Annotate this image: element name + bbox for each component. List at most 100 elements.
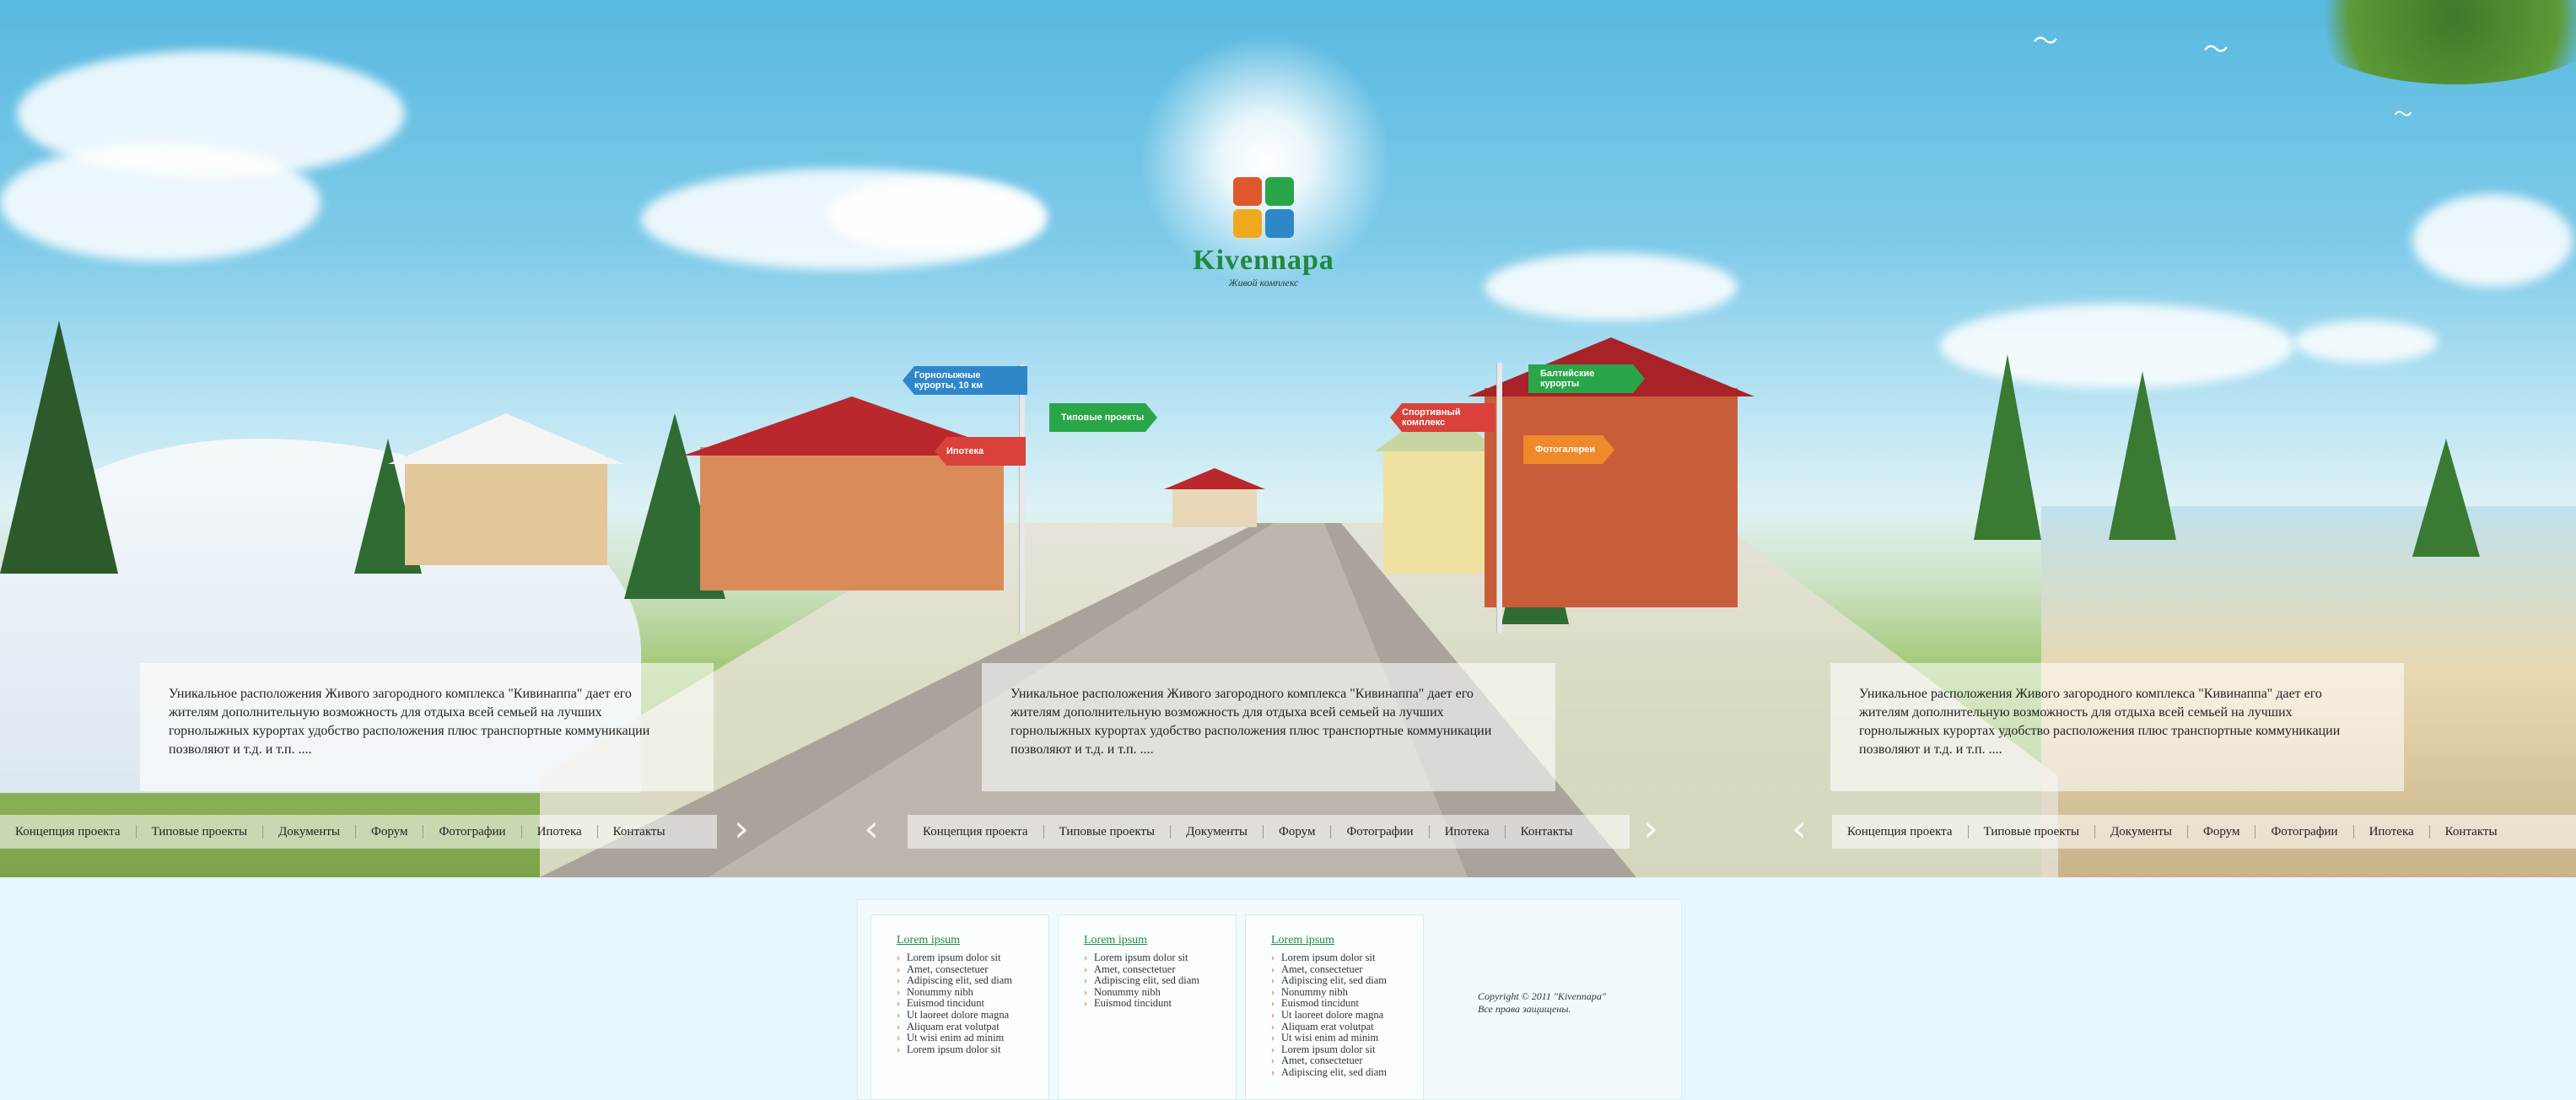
seagull-icon: 〜 [2394, 105, 2413, 126]
nav-item-mortgage[interactable]: Ипотека [522, 825, 597, 839]
nav-item-mortgage[interactable]: Ипотека [2354, 825, 2429, 839]
footer-link[interactable]: Lorem ipsum dolor sit [1084, 952, 1236, 964]
chevron-left-icon[interactable]: ‹ [1786, 810, 1812, 849]
site-logo[interactable]: Kivennapa Живой комплекс [1188, 177, 1339, 289]
logo-emblem-icon [1233, 177, 1294, 238]
nav-item-concept[interactable]: Концепция проекта [908, 825, 1043, 839]
hero-banner: 〜 〜 〜 Kivennapa Живой комплекс Горнолыжн… [0, 0, 2576, 877]
footer-link[interactable]: Nonummy nibh [1084, 986, 1236, 999]
chevron-right-icon[interactable]: › [1638, 810, 1663, 849]
tree-canopy [2294, 0, 2576, 84]
panel-text: Уникальное расположения Живого загородно… [1859, 687, 2341, 757]
footer-link[interactable]: Euismod tincidunt [1271, 998, 1423, 1010]
nav-item-concept[interactable]: Концепция проекта [0, 825, 136, 839]
footer-column-2: Lorem ipsum Lorem ipsum dolor sit Amet, … [1058, 914, 1237, 1100]
pine-tree [0, 321, 118, 574]
nav-item-contacts[interactable]: Контакты [1506, 825, 1588, 839]
nav-item-projects[interactable]: Типовые проекты [1969, 825, 2095, 839]
chevron-left-icon[interactable]: ‹ [859, 810, 884, 849]
nav-item-documents[interactable]: Документы [2095, 825, 2187, 839]
footer-column-title[interactable]: Lorem ipsum [897, 934, 1048, 947]
nav-item-documents[interactable]: Документы [1171, 825, 1263, 839]
nav-item-documents[interactable]: Документы [263, 825, 355, 839]
info-panel-left: Уникальное расположения Живого загородно… [140, 663, 714, 791]
nav-item-forum[interactable]: Форум [1264, 825, 1330, 839]
sign-label: Горнолыжные курорты, 10 км [914, 370, 984, 391]
sign-label: Спортивный комплекс [1402, 407, 1461, 428]
copyright-line: Copyright © 2011 "Kivennapa" [1478, 990, 1606, 1002]
footer-link[interactable]: Ut laoreet dolore magna [1271, 1009, 1423, 1022]
footer-link[interactable]: Lorem ipsum dolor sit [897, 1043, 1048, 1056]
footer-link[interactable]: Adipiscing elit, sed diam [1084, 975, 1236, 987]
footer-column-3: Lorem ipsum Lorem ipsum dolor sit Amet, … [1245, 914, 1424, 1100]
footer-link-list: Lorem ipsum dolor sit Amet, consectetuer… [1084, 952, 1236, 1010]
sign-label: Типовые проекты [1061, 412, 1145, 423]
footer-link[interactable]: Ut wisi enim ad minim [897, 1033, 1048, 1044]
nav-item-contacts[interactable]: Контакты [2430, 825, 2513, 839]
cloud [2294, 321, 2438, 363]
chevron-right-icon[interactable]: › [729, 810, 754, 849]
footer-link[interactable]: Amet, consectetuer [1271, 1055, 1423, 1067]
info-panel-center: Уникальное расположения Живого загородно… [982, 663, 1555, 791]
footer-link[interactable]: Aliquam erat volutpat [1271, 1021, 1423, 1033]
nav-item-photos[interactable]: Фотографии [1331, 825, 1428, 839]
footer-link-list: Lorem ipsum dolor sit Amet, consectetuer… [1271, 952, 1423, 1079]
footer-link[interactable]: Ut wisi enim ad minim [1271, 1033, 1423, 1044]
nav-item-forum[interactable]: Форум [356, 825, 423, 839]
copyright-rights: Все права защищены. [1478, 1003, 1571, 1015]
footer-link[interactable]: Adipiscing elit, sed diam [1271, 975, 1423, 987]
nav-bar-center: Концепция проекта Типовые проекты Докуме… [908, 815, 1630, 849]
footer-link[interactable]: Lorem ipsum dolor sit [897, 952, 1048, 964]
sign-baltic-resorts[interactable]: Балтийские курорты [1528, 364, 1645, 393]
sign-mortgage[interactable]: Ипотека [935, 437, 1026, 466]
seagull-icon: 〜 [2033, 27, 2058, 57]
snowy-house [388, 413, 624, 565]
brick-house-left [683, 396, 1021, 590]
nav-item-contacts[interactable]: Контакты [598, 825, 681, 839]
panel-text: Уникальное расположения Живого загородно… [169, 687, 650, 757]
footer-link[interactable]: Lorem ipsum dolor sit [1271, 1043, 1423, 1056]
sign-sports-complex[interactable]: Спортивный комплекс [1390, 403, 1495, 432]
footer-link[interactable]: Aliquam erat volutpat [897, 1021, 1048, 1033]
footer-link[interactable]: Adipiscing elit, sed diam [897, 975, 1048, 987]
logo-tagline: Живой комплекс [1228, 277, 1299, 288]
signpost-pole-left [1019, 364, 1025, 634]
footer-column-1: Lorem ipsum Lorem ipsum dolor sit Amet, … [870, 914, 1049, 1100]
sign-label: Ипотека [946, 446, 984, 456]
footer-link[interactable]: Euismod tincidunt [897, 998, 1048, 1010]
nav-item-projects[interactable]: Типовые проекты [137, 825, 263, 839]
pine-tree [2412, 439, 2480, 557]
cloud [1485, 253, 1738, 321]
nav-item-forum[interactable]: Форум [2188, 825, 2255, 839]
footer-link[interactable]: Amet, consectetuer [1271, 963, 1423, 976]
sign-typical-projects[interactable]: Типовые проекты [1049, 403, 1157, 432]
cloud [2412, 194, 2573, 287]
nav-item-mortgage[interactable]: Ипотека [1430, 825, 1505, 839]
info-panel-right: Уникальное расположения Живого загородно… [1830, 663, 2404, 791]
footer-link[interactable]: Adipiscing elit, sed diam [1271, 1066, 1423, 1079]
footer-link[interactable]: Amet, consectetuer [897, 963, 1048, 976]
pine-tree [1974, 354, 2041, 540]
sign-ski-resorts[interactable]: Горнолыжные курорты, 10 км [903, 366, 1027, 395]
nav-item-photos[interactable]: Фотографии [423, 825, 520, 839]
footer-link[interactable]: Lorem ipsum dolor sit [1271, 952, 1423, 964]
cloud [827, 177, 1046, 253]
nav-item-projects[interactable]: Типовые проекты [1044, 825, 1171, 839]
footer-column-title[interactable]: Lorem ipsum [1084, 934, 1236, 947]
signpost-pole-right [1496, 363, 1502, 633]
footer-link[interactable]: Euismod tincidunt [1084, 998, 1236, 1010]
sign-label: Фотогалереи [1535, 445, 1596, 455]
logo-title: Kivennapa [1193, 245, 1334, 276]
footer-link[interactable]: Nonummy nibh [897, 986, 1048, 999]
distant-house [1164, 468, 1265, 527]
copyright: Copyright © 2011 "Kivennapa" Все права з… [1478, 990, 1606, 1016]
pine-tree [2109, 371, 2176, 540]
nav-item-photos[interactable]: Фотографии [2255, 825, 2352, 839]
footer-link[interactable]: Nonummy nibh [1271, 986, 1423, 999]
nav-item-concept[interactable]: Концепция проекта [1832, 825, 1968, 839]
footer-link[interactable]: Amet, consectetuer [1084, 963, 1236, 976]
footer-column-title[interactable]: Lorem ipsum [1271, 934, 1423, 947]
footer-link[interactable]: Ut laoreet dolore magna [897, 1009, 1048, 1022]
nav-bar-right: Концепция проекта Типовые проекты Докуме… [1832, 815, 2576, 849]
sign-photo-galleries[interactable]: Фотогалереи [1523, 435, 1614, 464]
